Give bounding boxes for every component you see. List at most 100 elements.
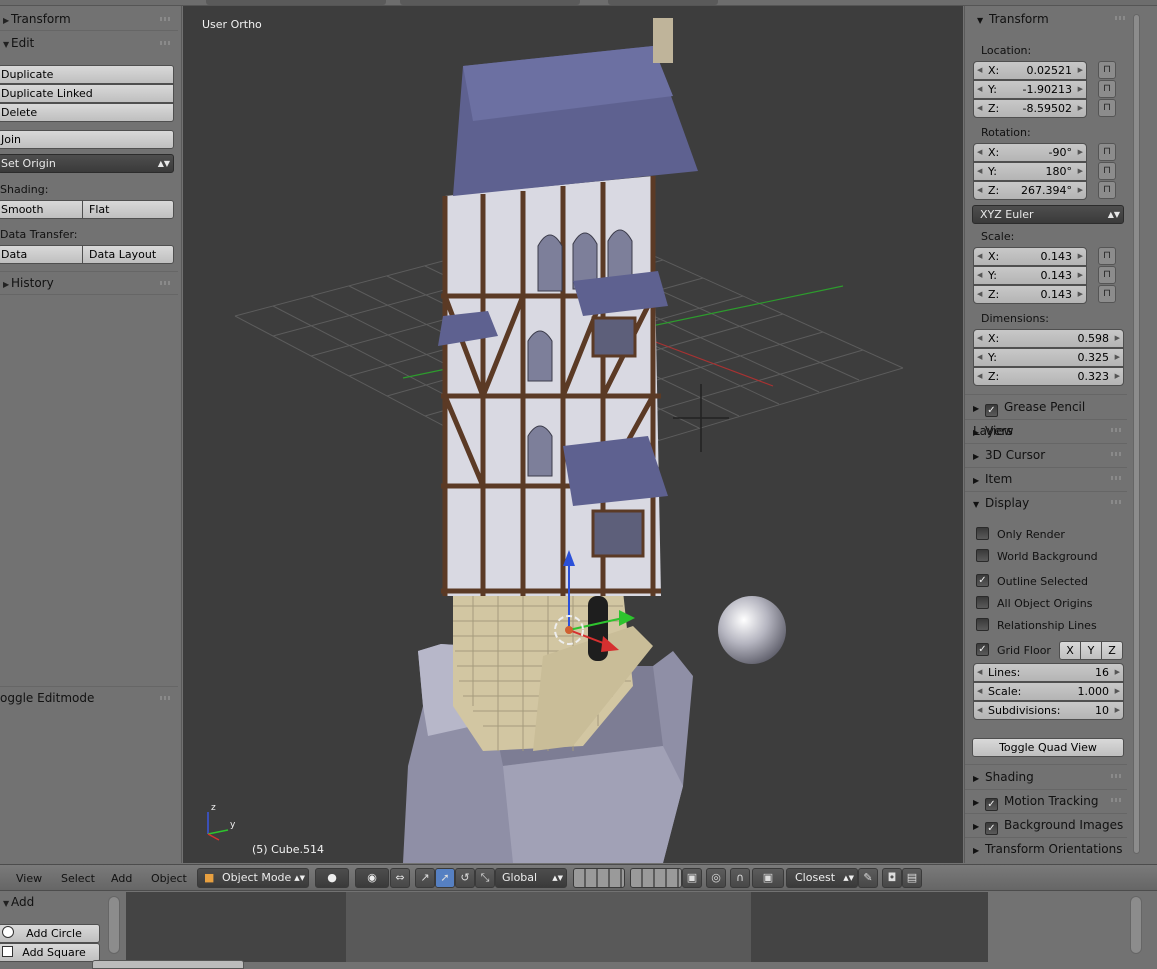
duplicate-button[interactable]: Duplicate [0, 65, 174, 84]
dimensions-x-field[interactable]: ◀ X: 0.598 ▶ [973, 329, 1124, 348]
rotation-mode-dropdown[interactable]: XYZ Euler ▲▼ [972, 205, 1124, 224]
lock-icon[interactable]: ⊓ [1098, 99, 1116, 117]
snap-magnet-icon[interactable]: ∩ [730, 868, 750, 888]
motion-tracking-checkbox[interactable]: ✓ [985, 798, 998, 811]
transform-panel-header[interactable]: ▶ Transform [0, 9, 178, 29]
select-menu[interactable]: Select [61, 872, 95, 885]
move-manipulator-icon[interactable]: ➚ [435, 868, 455, 888]
location-y-field[interactable]: ◀ Y: -1.90213 ▶ [973, 80, 1087, 99]
lock-icon[interactable]: ⊓ [1098, 143, 1116, 161]
view-menu[interactable]: View [16, 872, 42, 885]
lock-icon[interactable]: ⊓ [1098, 181, 1116, 199]
snap-element-dropdown[interactable]: ▣ [752, 868, 784, 888]
lock-icon[interactable]: ⊓ [1098, 80, 1116, 98]
drag-grip-icon[interactable] [160, 17, 172, 21]
outline-selected-checkbox[interactable]: ✓ [976, 574, 989, 587]
delete-button[interactable]: Delete [0, 103, 174, 122]
scale-z-field[interactable]: ◀ Z: 0.143 ▶ [973, 285, 1087, 304]
manipulator-toggle-icon[interactable]: ⇔ [390, 868, 410, 888]
lock-layers-icon[interactable]: ▣ [682, 868, 702, 888]
rotate-manipulator-icon[interactable]: ↺ [455, 868, 475, 888]
dimensions-y-field[interactable]: ◀ Y: 0.325 ▶ [973, 348, 1124, 367]
pivot-point-dropdown[interactable]: ◉ [355, 868, 389, 888]
world-background-checkbox[interactable] [976, 549, 989, 562]
tool-scrollbar[interactable] [108, 896, 120, 954]
flat-button[interactable]: Flat [82, 200, 174, 219]
drag-grip-icon[interactable] [160, 41, 172, 45]
background-images-panel-header[interactable]: ▶ ✓ Background Images [965, 814, 1125, 836]
toggle-quad-view-button[interactable]: Toggle Quad View [972, 738, 1124, 757]
render-animation-icon[interactable]: ▤ [902, 868, 922, 888]
grease-pencil-checkbox[interactable]: ✓ [985, 404, 998, 417]
add-panel-header[interactable]: ▼ Add [0, 892, 110, 912]
item-panel-header[interactable]: ▶ Item [965, 468, 1125, 490]
transform-panel-header[interactable]: ▼ Transform [965, 8, 1127, 30]
grid-axis-x-toggle[interactable]: X [1059, 641, 1081, 660]
lock-icon[interactable]: ⊓ [1098, 247, 1116, 265]
view-panel-header[interactable]: ▶ View [965, 420, 1125, 442]
duplicate-linked-button[interactable]: Duplicate Linked [0, 84, 174, 103]
3d-viewport[interactable]: User Ortho (5) Cube.514 z y [183, 6, 963, 863]
object-menu[interactable]: Object [151, 872, 187, 885]
scale-manipulator-icon[interactable]: ⤡ [475, 868, 495, 888]
drag-grip-icon[interactable] [1111, 500, 1123, 504]
display-panel-header[interactable]: ▼ Display [965, 492, 1125, 514]
panel-scrollbar[interactable] [1133, 14, 1140, 854]
drag-grip-icon[interactable] [1111, 428, 1123, 432]
join-button[interactable]: Join [0, 130, 174, 149]
history-panel-header[interactable]: ▶ History [0, 273, 178, 293]
add-square-button[interactable]: Add Square [0, 943, 100, 962]
data-button[interactable]: Data [0, 245, 83, 264]
drag-grip-icon[interactable] [160, 281, 172, 285]
location-z-field[interactable]: ◀ Z: -8.59502 ▶ [973, 99, 1087, 118]
grid-floor-checkbox[interactable]: ✓ [976, 643, 989, 656]
rotation-x-field[interactable]: ◀ X: -90° ▶ [973, 143, 1087, 162]
shading-panel-header[interactable]: ▶ Shading [965, 766, 1125, 788]
3d-cursor-panel-header[interactable]: ▶ 3D Cursor [965, 444, 1125, 466]
smooth-button[interactable]: Smooth [0, 200, 83, 219]
add-menu[interactable]: Add [111, 872, 132, 885]
grid-scale-field[interactable]: ◀ Scale: 1.000 ▶ [973, 682, 1124, 701]
add-circle-button[interactable]: Add Circle [0, 924, 100, 943]
relationship-lines-checkbox[interactable] [976, 618, 989, 631]
scale-y-field[interactable]: ◀ Y: 0.143 ▶ [973, 266, 1087, 285]
editor-type-dropdown[interactable] [92, 960, 244, 969]
opengl-render-icon[interactable]: ✎ [858, 868, 878, 888]
data-layout-button[interactable]: Data Layout [82, 245, 174, 264]
mode-dropdown[interactable]: ■ Object Mode ▲▼ [197, 868, 309, 888]
drag-grip-icon[interactable] [1111, 452, 1123, 456]
drag-grip-icon[interactable] [1111, 774, 1123, 778]
all-object-origins-checkbox[interactable] [976, 596, 989, 609]
lock-icon[interactable]: ⊓ [1098, 61, 1116, 79]
viewport-shading-dropdown[interactable]: ● [315, 868, 349, 888]
lock-icon[interactable]: ⊓ [1098, 266, 1116, 284]
rotation-z-field[interactable]: ◀ Z: 267.394° ▶ [973, 181, 1087, 200]
drag-grip-icon[interactable] [1111, 476, 1123, 480]
dimensions-z-field[interactable]: ◀ Z: 0.323 ▶ [973, 367, 1124, 386]
lock-icon[interactable]: ⊓ [1098, 162, 1116, 180]
drag-grip-icon[interactable] [1115, 16, 1127, 20]
background-images-checkbox[interactable]: ✓ [985, 822, 998, 835]
snap-target-dropdown[interactable]: Closest ▲▼ [786, 868, 858, 888]
transform-orientation-dropdown[interactable]: Global ▲▼ [495, 868, 567, 888]
motion-tracking-panel-header[interactable]: ▶ ✓ Motion Tracking [965, 790, 1125, 812]
render-still-icon[interactable]: ◘ [882, 868, 902, 888]
layer-buttons-group-2[interactable] [630, 868, 682, 888]
grid-subdivisions-field[interactable]: ◀ Subdivisions: 10 ▶ [973, 701, 1124, 720]
scale-x-field[interactable]: ◀ X: 0.143 ▶ [973, 247, 1087, 266]
translate-widget-icon[interactable]: ↗ [415, 868, 435, 888]
layer-buttons-group-1[interactable] [573, 868, 625, 888]
drag-grip-icon[interactable] [1111, 798, 1123, 802]
timeline-scrollbar[interactable] [1130, 896, 1142, 954]
only-render-checkbox[interactable] [976, 527, 989, 540]
grid-axis-y-toggle[interactable]: Y [1080, 641, 1102, 660]
grid-lines-field[interactable]: ◀ Lines: 16 ▶ [973, 663, 1124, 682]
drag-grip-icon[interactable] [160, 696, 172, 700]
grease-pencil-panel-header[interactable]: ▶ ✓ Grease Pencil Layers [965, 396, 1125, 438]
edit-panel-header[interactable]: ▼ Edit [0, 33, 178, 53]
proportional-edit-icon[interactable]: ◎ [706, 868, 726, 888]
rotation-y-field[interactable]: ◀ Y: 180° ▶ [973, 162, 1087, 181]
location-x-field[interactable]: ◀ X: 0.02521 ▶ [973, 61, 1087, 80]
toggle-editmode-item[interactable]: oggle Editmode [0, 688, 178, 708]
transform-orientations-panel-header[interactable]: ▶ Transform Orientations [965, 838, 1125, 860]
